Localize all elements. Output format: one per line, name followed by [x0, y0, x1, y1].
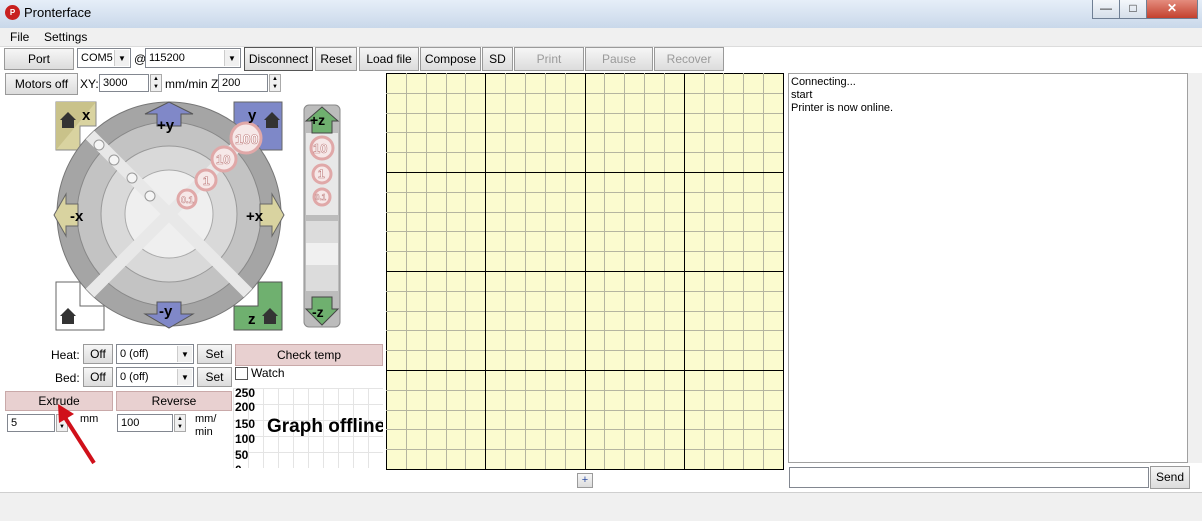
baud-value: 115200	[149, 52, 185, 64]
heat-off-button[interactable]: Off	[83, 344, 113, 364]
motors-off-button[interactable]: Motors off	[5, 73, 78, 95]
z-down-step-mid[interactable]	[306, 243, 338, 265]
minimize-button[interactable]: —	[1092, 0, 1120, 19]
port-select[interactable]: COM5 ▼	[77, 48, 131, 68]
extrude-speed-stepper[interactable]: ▲ ▼	[174, 414, 186, 432]
bed-label: Bed:	[55, 371, 80, 385]
watch-label: Watch	[251, 366, 285, 380]
step-dot	[108, 154, 120, 166]
graph-tick: 0	[235, 464, 242, 468]
baud-select[interactable]: 115200 ▼	[145, 48, 241, 68]
heat-select[interactable]: 0 (off) ▼	[116, 344, 194, 364]
step-10-label: 10	[216, 152, 230, 167]
graph-tick: 100	[235, 432, 256, 446]
z-feedrate-stepper[interactable]: ▲ ▼	[269, 74, 281, 92]
command-input[interactable]	[789, 467, 1149, 488]
step-1-label: 1	[203, 174, 210, 188]
graph-tick: 250	[235, 388, 256, 400]
step-dot	[126, 172, 138, 184]
chevron-down-icon[interactable]: ▼	[224, 50, 239, 66]
reset-button[interactable]: Reset	[315, 47, 357, 71]
step-dot	[93, 139, 105, 151]
plus-y-label: +y	[157, 117, 175, 134]
menu-settings[interactable]: Settings	[44, 30, 87, 44]
load-file-button[interactable]: Load file	[359, 47, 419, 71]
title-bar[interactable]: P Pronterface — □ ✕	[0, 0, 1202, 29]
sd-button[interactable]: SD	[482, 47, 513, 71]
chevron-down-icon[interactable]: ▼	[177, 346, 192, 362]
log-panel[interactable]: Connecting... start Printer is now onlin…	[788, 73, 1188, 463]
home-z-label: z	[248, 311, 256, 328]
bed-set-button[interactable]: Set	[197, 367, 232, 387]
check-temp-button[interactable]: Check temp	[235, 344, 383, 366]
home-y-label: y	[248, 107, 257, 124]
window-title: Pronterface	[24, 5, 92, 20]
annotation-arrow-shaft	[62, 414, 96, 465]
xy-label: XY:	[80, 77, 99, 91]
maximize-button[interactable]: □	[1119, 0, 1147, 19]
port-button[interactable]: Port	[4, 48, 74, 70]
z-jog-control[interactable]: +z -z 10 1 0.1	[302, 103, 342, 329]
bed-off-button[interactable]: Off	[83, 367, 113, 387]
z-step-10-label: 10	[313, 141, 327, 156]
menu-file[interactable]: File	[10, 30, 29, 44]
z-step-01-label: 0.1	[315, 193, 327, 202]
compose-button[interactable]: Compose	[420, 47, 481, 71]
z-feedrate-input[interactable]: 200	[218, 74, 268, 92]
mm-min-label: mm/min Z:	[165, 77, 222, 91]
plus-x-label: +x	[246, 208, 264, 225]
xy-feedrate-input[interactable]: 3000	[99, 74, 149, 92]
home-x-label: x	[82, 107, 91, 124]
send-button[interactable]: Send	[1150, 466, 1190, 489]
pause-button[interactable]: Pause	[585, 47, 653, 71]
chevron-down-icon[interactable]: ▼	[114, 50, 129, 66]
port-value: COM5	[81, 52, 113, 64]
menu-bar: File Settings	[0, 28, 1202, 47]
graph-tick: 200	[235, 400, 256, 414]
log-line: start	[791, 89, 813, 101]
step-01-label: 0.1	[181, 195, 194, 205]
graph-tick: 150	[235, 417, 256, 431]
watch-checkbox[interactable]	[235, 367, 248, 380]
chevron-down-icon[interactable]: ▼	[177, 369, 192, 385]
step-100-label: 100	[235, 131, 259, 147]
xy-feedrate-stepper[interactable]: ▲ ▼	[150, 74, 162, 92]
extrude-length-input[interactable]: 5	[7, 414, 55, 432]
minus-z-label: -z	[312, 304, 324, 320]
extrude-speed-input[interactable]: 100	[117, 414, 173, 432]
minus-x-label: -x	[70, 208, 84, 225]
status-bar	[0, 492, 1202, 521]
minus-y-label: -y	[159, 303, 173, 320]
disconnect-button[interactable]: Disconnect	[244, 47, 313, 71]
log-line: Printer is now online.	[791, 102, 894, 114]
xy-jog-control[interactable]: x y z +y -y -x +x 100 10 1 0.1	[50, 98, 288, 334]
app-icon: P	[5, 5, 20, 20]
heat-value: 0 (off)	[120, 348, 149, 360]
log-line: Connecting...	[791, 76, 856, 88]
print-button[interactable]: Print	[514, 47, 584, 71]
extrude-speed-unit-2: min	[195, 426, 213, 438]
extrude-speed-unit: mm/	[195, 413, 217, 425]
heat-label: Heat:	[51, 348, 80, 362]
graph-tick: 50	[235, 448, 249, 462]
reverse-button[interactable]: Reverse	[116, 391, 232, 411]
bed-value: 0 (off)	[120, 371, 149, 383]
bed-select[interactable]: 0 (off) ▼	[116, 367, 194, 387]
temperature-graph: 250 200 150 100 50 0 Graph offline	[233, 388, 383, 468]
plus-z-label: +z	[310, 112, 325, 128]
recover-button[interactable]: Recover	[654, 47, 724, 71]
annotation-arrow-icon	[58, 404, 96, 465]
print-preview-grid[interactable]	[386, 73, 784, 470]
z-step-1-label: 1	[318, 167, 325, 181]
graph-offline-message: Graph offline	[267, 416, 383, 437]
heat-set-button[interactable]: Set	[197, 344, 232, 364]
add-preview-button[interactable]: +	[577, 473, 593, 488]
step-dot	[144, 190, 156, 202]
log-scrollbar[interactable]	[1188, 73, 1202, 463]
close-button[interactable]: ✕	[1146, 0, 1198, 19]
